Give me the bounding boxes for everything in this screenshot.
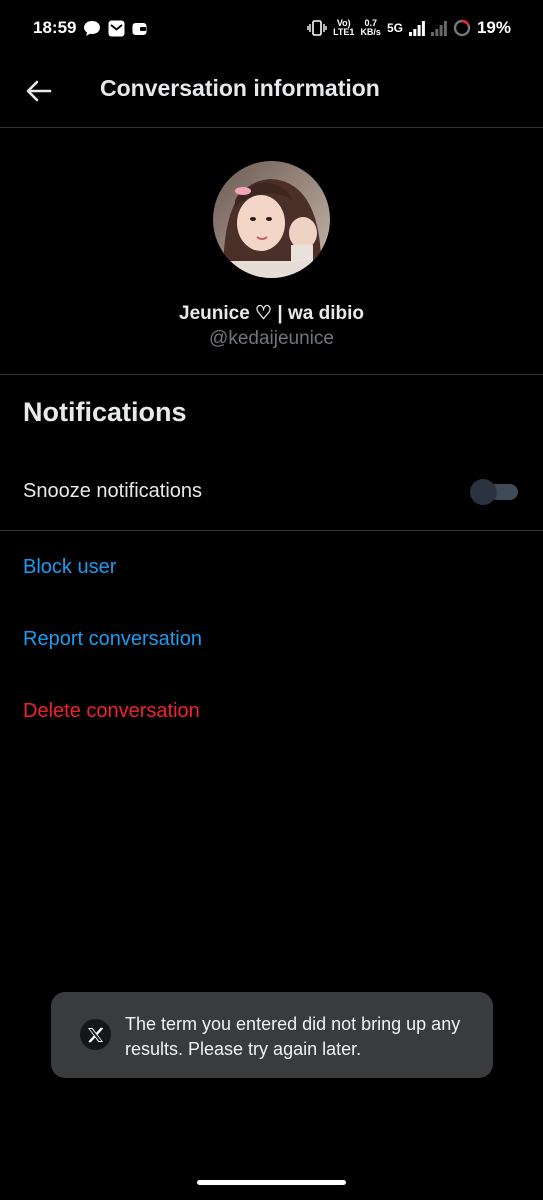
app-header: Conversation information <box>0 60 543 128</box>
home-indicator[interactable] <box>197 1180 346 1185</box>
x-logo-icon <box>80 1019 111 1050</box>
network-type: 5G <box>386 21 403 35</box>
vibrate-icon <box>307 20 327 36</box>
system-status-icons: Vo) LTE1 0.7 KB/s 5G 19% <box>307 18 511 38</box>
chat-bubble-icon <box>84 21 100 36</box>
battery-ring-icon <box>453 19 471 37</box>
display-name: Jeunice ♡ | wa dibio <box>179 303 364 324</box>
mail-icon <box>108 20 125 37</box>
volte-indicator: Vo) LTE1 <box>333 18 355 37</box>
notification-icons <box>83 20 147 37</box>
block-user-button[interactable]: Block user <box>23 556 116 579</box>
avatar-photo <box>213 161 330 278</box>
wallet-icon <box>132 22 147 35</box>
avatar[interactable] <box>213 161 330 278</box>
delete-conversation-button[interactable]: Delete conversation <box>23 700 200 723</box>
back-button[interactable] <box>22 74 56 108</box>
signal-strength-icon <box>408 20 425 36</box>
profile-section: Jeunice ♡ | wa dibio @kedaijeunice <box>0 128 543 375</box>
status-time: 18:59 <box>33 18 77 37</box>
toast-text: The term you entered did not bring up an… <box>125 1014 461 1059</box>
toast-message: The term you entered did not bring up an… <box>51 992 493 1078</box>
signal-strength-weak-icon <box>430 20 447 36</box>
notifications-heading: Notifications <box>23 397 187 427</box>
arrow-left-icon <box>26 80 52 102</box>
snooze-toggle[interactable] <box>470 479 518 505</box>
snooze-notifications-row[interactable]: Snooze notifications <box>0 467 543 515</box>
user-handle: @kedaijeunice <box>209 328 334 349</box>
notifications-section: Notifications Snooze notifications <box>0 375 543 531</box>
report-conversation-button[interactable]: Report conversation <box>23 628 202 651</box>
status-bar: 18:59 Vo) LTE1 0.7 KB/s 5G 19% <box>0 0 543 60</box>
battery-percent: 19% <box>476 18 511 37</box>
network-speed: 0.7 KB/s <box>360 18 381 37</box>
toggle-thumb <box>470 479 496 505</box>
snooze-notifications-label: Snooze notifications <box>23 480 203 502</box>
page-title: Conversation information <box>100 75 380 101</box>
